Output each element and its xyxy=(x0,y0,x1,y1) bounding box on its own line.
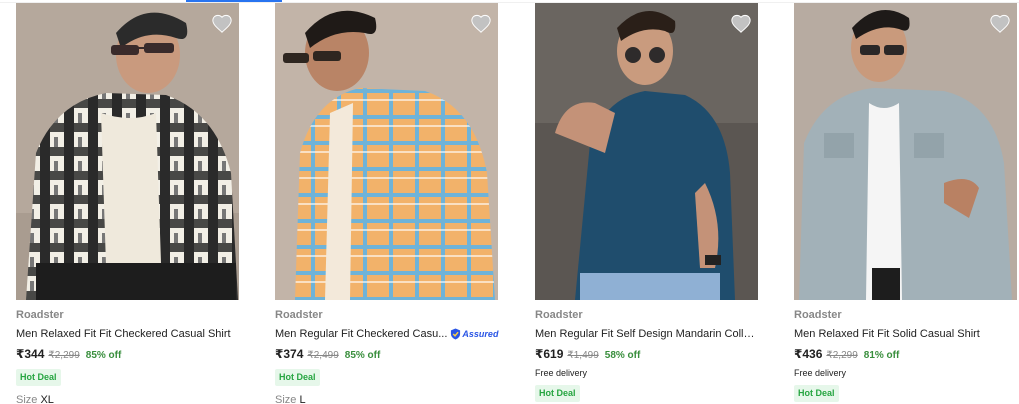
selling-price: ₹344 xyxy=(16,347,45,361)
product-brand: Roadster xyxy=(16,309,64,321)
product-brand: Roadster xyxy=(535,309,583,321)
size-value: L xyxy=(299,394,306,404)
assured-badge: Assured xyxy=(450,328,498,340)
wishlist-heart-icon[interactable] xyxy=(470,13,492,35)
selling-price: ₹374 xyxy=(275,347,304,361)
product-card[interactable]: Roadster Men Relaxed Fit Fit Solid Casua… xyxy=(794,3,1018,404)
discount-label: 85% off xyxy=(85,350,122,361)
wishlist-heart-icon[interactable] xyxy=(211,13,233,35)
discount-label: 81% off xyxy=(863,350,900,361)
product-title[interactable]: Men Relaxed Fit Fit Solid Casual Shirt xyxy=(794,327,980,341)
selling-price: ₹619 xyxy=(535,347,564,361)
original-price: ₹2,299 xyxy=(826,350,858,361)
product-brand: Roadster xyxy=(794,309,842,321)
hot-deal-badge: Hot Deal xyxy=(275,369,320,386)
size-value: XL xyxy=(40,394,54,404)
product-image[interactable] xyxy=(16,3,239,300)
discount-label: 58% off xyxy=(604,350,641,361)
assured-label: Assured xyxy=(462,329,499,339)
assured-shield-icon xyxy=(451,328,461,340)
product-title[interactable]: Men Relaxed Fit Fit Checkered Casual Shi… xyxy=(16,327,231,341)
price-row: ₹619 ₹1,499 58% off xyxy=(535,347,759,363)
product-image[interactable] xyxy=(794,3,1017,300)
product-photo-grey-solid-shirt xyxy=(794,3,1017,300)
product-image[interactable] xyxy=(535,3,758,300)
product-photo-blue-mandarin-shirt xyxy=(535,3,758,300)
original-price: ₹2,499 xyxy=(307,350,339,361)
product-photo-orange-check-shirt xyxy=(275,3,498,300)
size-info: Size L xyxy=(275,394,499,404)
wishlist-heart-icon[interactable] xyxy=(730,13,752,35)
free-delivery-label: Free delivery xyxy=(535,368,588,378)
price-row: ₹374 ₹2,499 85% off xyxy=(275,347,499,363)
price-row: ₹344 ₹2,299 85% off xyxy=(16,347,240,363)
product-title[interactable]: Men Regular Fit Self Design Mandarin Col… xyxy=(535,327,759,341)
price-row: ₹436 ₹2,299 81% off xyxy=(794,347,1018,363)
hot-deal-badge: Hot Deal xyxy=(16,369,61,386)
selling-price: ₹436 xyxy=(794,347,823,361)
product-image[interactable] xyxy=(275,3,498,300)
product-card[interactable]: Roadster Men Regular Fit Checkered Casu.… xyxy=(275,3,499,404)
original-price: ₹1,499 xyxy=(567,350,599,361)
wishlist-heart-icon[interactable] xyxy=(989,13,1011,35)
size-label: Size xyxy=(16,394,38,404)
hot-deal-badge: Hot Deal xyxy=(535,385,580,402)
free-delivery-label: Free delivery xyxy=(794,368,847,378)
discount-label: 85% off xyxy=(344,350,381,361)
product-photo-checkered-shirt xyxy=(16,3,239,300)
product-title[interactable]: Men Regular Fit Checkered Casu... xyxy=(275,327,447,341)
product-card[interactable]: Roadster Men Relaxed Fit Fit Checkered C… xyxy=(16,3,240,404)
original-price: ₹2,299 xyxy=(48,350,80,361)
size-label: Size xyxy=(275,394,297,404)
hot-deal-badge: Hot Deal xyxy=(794,385,839,402)
product-brand: Roadster xyxy=(275,309,323,321)
size-info: Size XL xyxy=(16,394,240,404)
product-card[interactable]: Roadster Men Regular Fit Self Design Man… xyxy=(535,3,759,404)
